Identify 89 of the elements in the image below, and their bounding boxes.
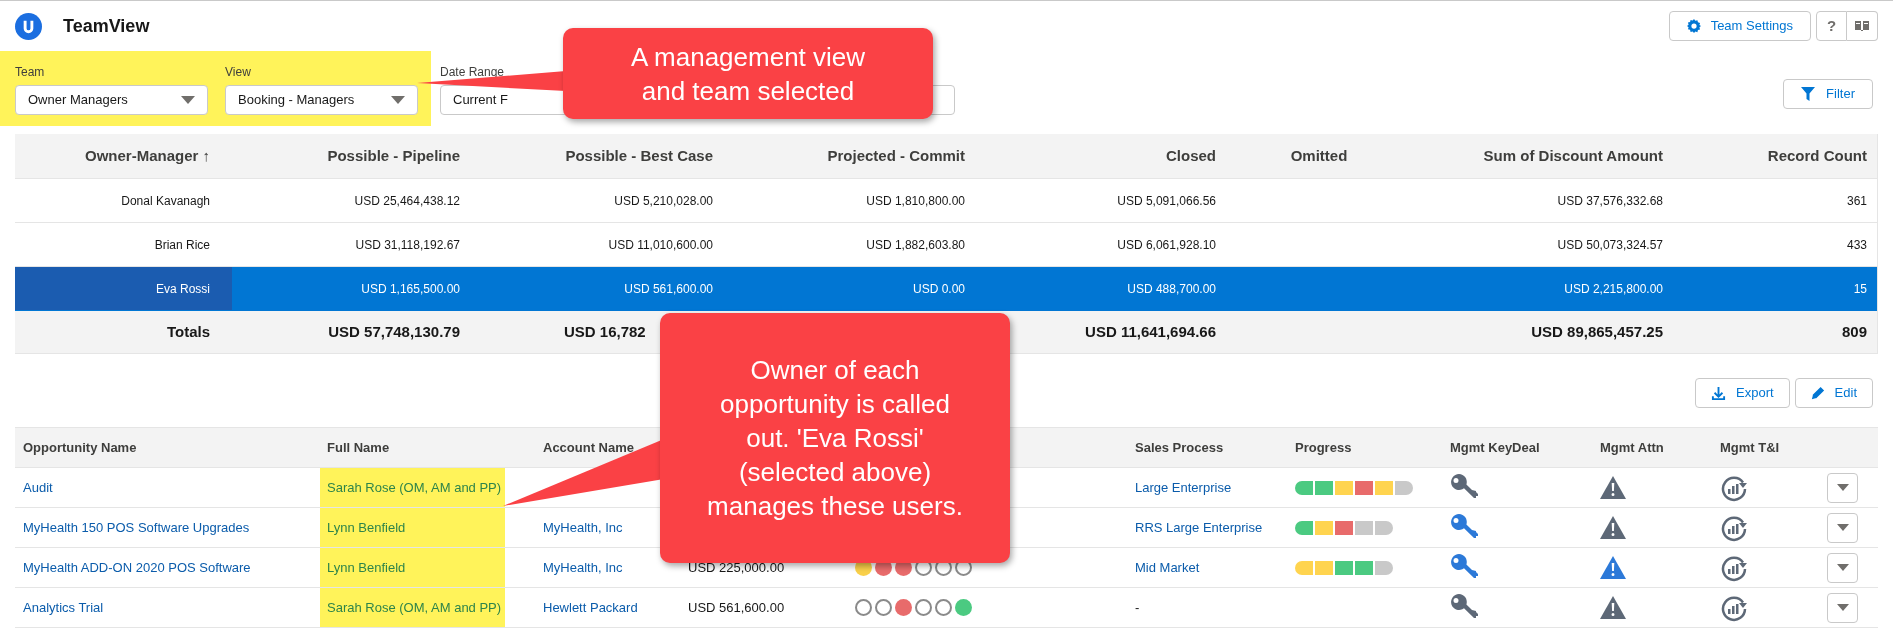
settings-icon	[1686, 19, 1701, 33]
table-cell-text: 433	[1846, 236, 1867, 254]
row-menu-button[interactable]	[1827, 592, 1858, 623]
column-header[interactable]: Closed	[1166, 144, 1216, 168]
table-cell-text: Brian Rice	[154, 236, 210, 254]
row-menu-button[interactable]	[1827, 472, 1858, 503]
column-header[interactable]: Owner-Manager ↑	[84, 144, 210, 168]
full-name: Lynn Benfield	[327, 518, 406, 537]
team-settings-button[interactable]: Team Settings	[1668, 11, 1811, 41]
table-cell-text: USD 5,091,066.56	[1117, 192, 1216, 210]
edit-button[interactable]: Edit	[1794, 378, 1873, 408]
row-menu-button[interactable]	[1827, 512, 1858, 543]
table-cell-text: USD 6,061,928.10	[1117, 236, 1216, 254]
account-link[interactable]: MyHealth, Inc	[543, 517, 623, 538]
opportunity-link[interactable]: Analytics Trial	[23, 597, 104, 618]
full-name: Sarah Rose (OM, AM and PP)	[327, 598, 502, 617]
opportunity-link[interactable]: MyHealth 150 POS Software Upgrades	[23, 517, 250, 538]
table-cell-text: USD 0.00	[912, 280, 965, 298]
full-name: Sarah Rose (OM, AM and PP)	[327, 478, 502, 497]
sales-process-link[interactable]: Mid Market	[1135, 557, 1200, 578]
total-cell-text: USD 57,748,130.79	[328, 321, 460, 342]
column-header[interactable]: Full Name	[327, 437, 390, 458]
caret-icon	[1836, 604, 1849, 611]
callout: A management view and team selected	[563, 28, 933, 119]
table-cell-text: Eva Rossi	[155, 280, 210, 298]
table-cell-text: USD 1,810,800.00	[866, 192, 965, 210]
sales-process-link[interactable]: Large Enterprise	[1135, 477, 1232, 498]
amount: USD 561,600.00	[688, 598, 785, 617]
table-cell-text: USD 37,576,332.68	[1557, 192, 1663, 210]
pencil-icon	[1810, 386, 1825, 400]
column-header[interactable]: Mgmt KeyDeal	[1450, 437, 1540, 458]
filter-icon	[1801, 87, 1816, 101]
row-menu-button[interactable]	[1827, 552, 1858, 583]
table-cell-text: USD 488,700.00	[1127, 280, 1216, 298]
table-cell-text: USD 1,165,500.00	[361, 280, 460, 298]
book-icon	[1855, 20, 1869, 32]
account-link[interactable]: Hewlett Packard	[543, 597, 638, 618]
column-header[interactable]: Sum of Discount Amount	[1483, 144, 1663, 168]
total-cell-text: USD 16,782	[564, 321, 646, 342]
table-cell-text: 361	[1846, 192, 1867, 210]
opportunity-link[interactable]: MyHealth ADD-ON 2020 POS Software	[23, 557, 251, 578]
logo-icon	[15, 12, 42, 40]
table-cell-text: USD 25,464,438.12	[354, 192, 460, 210]
export-button[interactable]: Export	[1695, 378, 1790, 408]
callout: Owner of each opportunity is called out. 'Eva Rossi' (selected above) manages these users.	[660, 313, 1010, 563]
table-cell-text: USD 5,210,028.00	[614, 192, 713, 210]
app-title: TeamView	[63, 14, 150, 38]
table-cell-text: USD 31,118,192.67	[355, 236, 460, 254]
table-cell-text: USD 561,600.00	[624, 280, 713, 298]
column-header[interactable]: Opportunity Name	[23, 437, 137, 458]
column-header[interactable]: Projected - Commit	[827, 144, 965, 168]
column-header[interactable]: Record Count	[1767, 144, 1867, 168]
column-header[interactable]: Mgmt T&I	[1720, 437, 1780, 458]
column-header[interactable]: Possible - Best Case	[565, 144, 713, 168]
select-field[interactable]: Booking - Managers	[225, 84, 418, 115]
table-cell-text: USD 50,073,324.57	[1557, 236, 1663, 254]
caret-icon	[1836, 524, 1849, 531]
column-header[interactable]: Omitted	[1290, 144, 1348, 168]
total-cell-text: USD 11,641,694.66	[1085, 321, 1216, 342]
field-label: Team	[15, 63, 46, 81]
column-header[interactable]: Progress	[1295, 437, 1352, 458]
full-name: Lynn Benfield	[327, 558, 406, 577]
column-header[interactable]: Sales Process	[1135, 437, 1224, 458]
field-label: View	[225, 63, 252, 81]
caret-icon	[1836, 484, 1849, 491]
account-link[interactable]: MyHealth, Inc	[543, 557, 623, 578]
caret-icon	[391, 95, 405, 104]
table-cell-text: USD 2,215,800.00	[1564, 280, 1663, 298]
sales-process-link[interactable]: RRS Large Enterprise	[1135, 517, 1263, 538]
total-cell-text: USD 89,865,457.25	[1531, 321, 1663, 342]
table-cell-text: Donal Kavanagh	[121, 192, 210, 210]
empty-value: -	[1135, 598, 1140, 617]
column-header[interactable]: Possible - Pipeline	[327, 144, 460, 168]
table-cell-text: 15	[1853, 280, 1867, 298]
total-cell-text: 809	[1841, 321, 1867, 342]
caret-icon	[1836, 564, 1849, 571]
table-cell-text: USD 1,882,603.80	[866, 236, 965, 254]
select-field[interactable]: Owner Managers	[15, 84, 208, 115]
total-cell-text: Totals	[166, 321, 210, 342]
opportunity-link[interactable]: Audit	[23, 477, 53, 498]
download-icon	[1711, 385, 1726, 401]
filter-button[interactable]: Filter	[1783, 79, 1873, 109]
table-cell-text: USD 11,010,600.00	[608, 236, 713, 254]
column-header[interactable]: Mgmt Attn	[1600, 437, 1664, 458]
book-button[interactable]	[1847, 11, 1878, 41]
help-button[interactable]: ?	[1816, 11, 1847, 41]
caret-icon	[181, 95, 195, 104]
field-label: Date Range	[440, 63, 506, 81]
table-row[interactable]: Eva Rossi USD 1,165,500.00 USD 561,600.00 USD 0.00 USD 488,700.00 USD 2,215,800.00 15	[15, 267, 1877, 311]
